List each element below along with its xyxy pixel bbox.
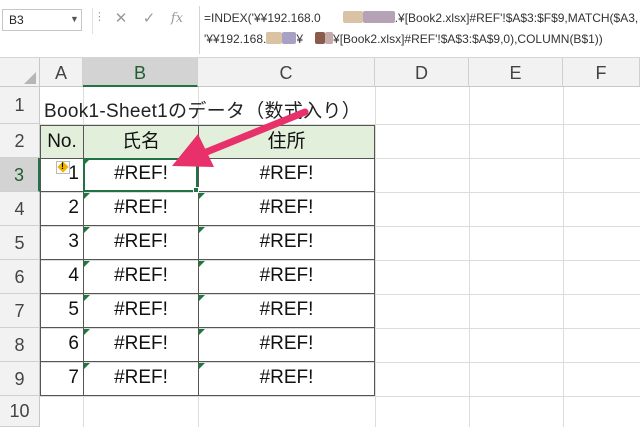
annotation-arrow-shaft: [200, 108, 309, 157]
annotation-arrow-icon: [172, 108, 309, 167]
